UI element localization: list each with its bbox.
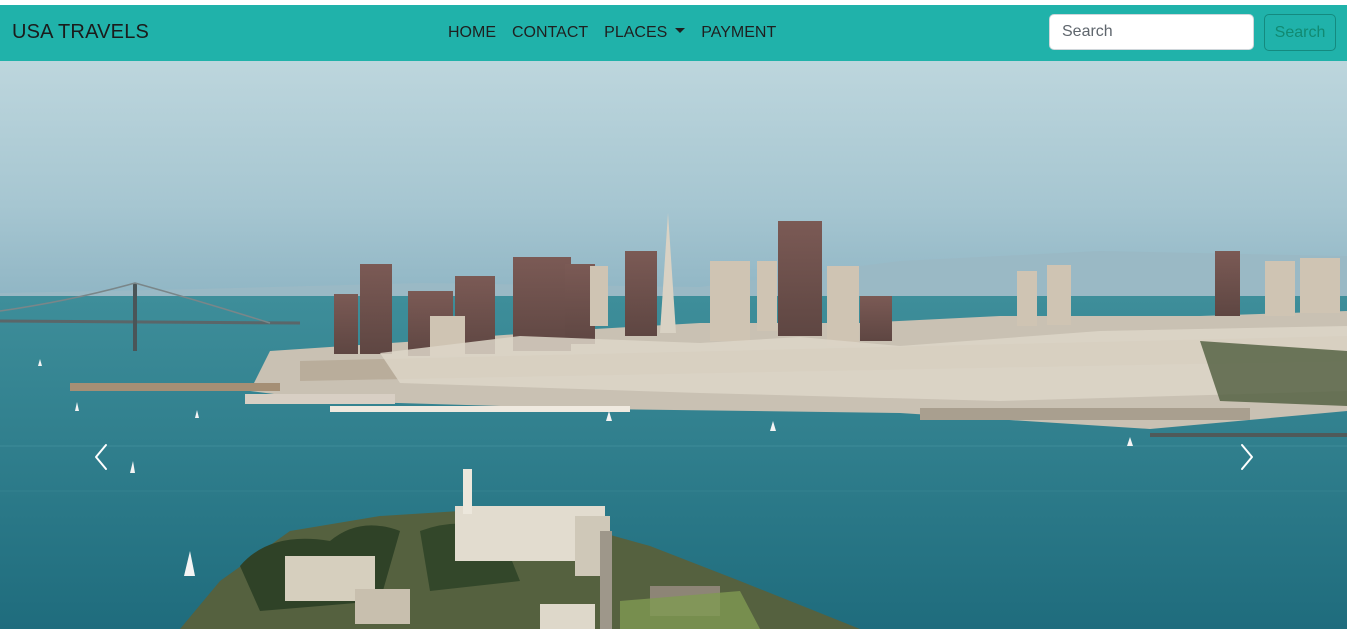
nav-link-contact[interactable]: CONTACT (504, 23, 596, 43)
chevron-left-icon (95, 444, 107, 470)
hero-carousel (0, 61, 1347, 629)
chevron-right-icon (1241, 444, 1253, 470)
carousel-prev-button[interactable] (82, 431, 122, 481)
nav-link-payment[interactable]: PAYMENT (693, 23, 784, 43)
caret-down-icon (675, 28, 686, 34)
nav-link-places-label: PLACES (604, 24, 668, 41)
navbar: USA TRAVELS HOME CONTACT PLACES PAYMENT … (0, 5, 1347, 61)
search-button[interactable]: Search (1264, 14, 1336, 51)
carousel-slide-image (0, 61, 1347, 629)
nav-link-places-dropdown[interactable]: PLACES (596, 23, 693, 43)
nav-link-home[interactable]: HOME (440, 23, 504, 43)
nav-links: HOME CONTACT PLACES PAYMENT (440, 23, 784, 43)
carousel-next-button[interactable] (1228, 431, 1268, 481)
search-input[interactable] (1049, 14, 1254, 50)
page: USA TRAVELS HOME CONTACT PLACES PAYMENT … (0, 0, 1347, 629)
brand-link[interactable]: USA TRAVELS (12, 21, 149, 44)
